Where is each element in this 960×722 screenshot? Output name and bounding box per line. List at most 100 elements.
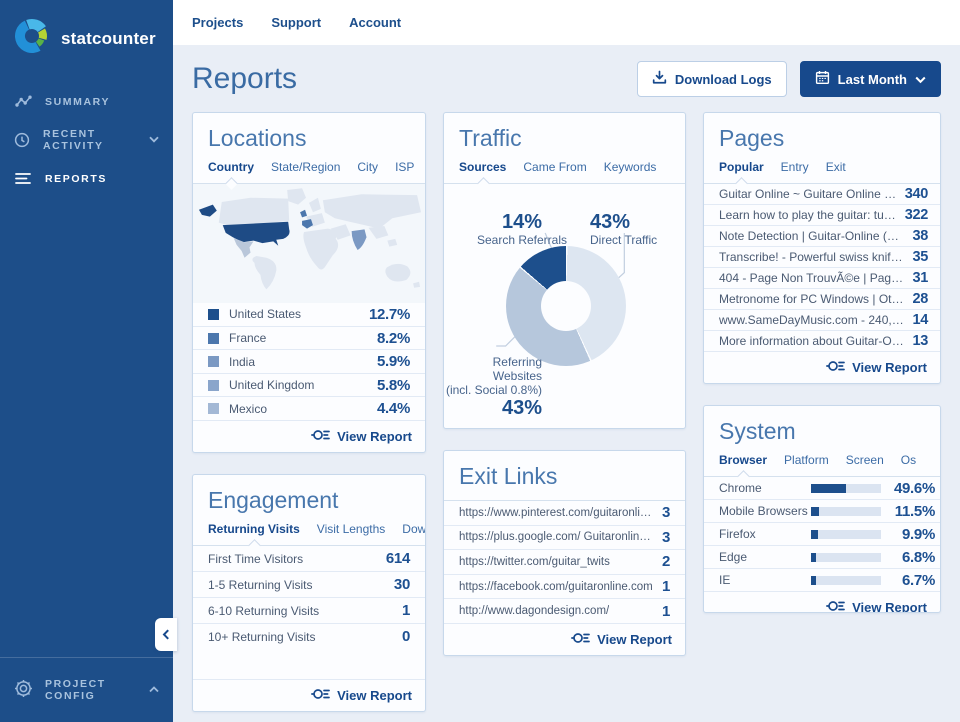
- system-tabs: Browser Platform Screen Os: [704, 453, 940, 477]
- table-row: More information about Guitar-Online...1…: [704, 331, 940, 352]
- chevron-up-icon: [149, 684, 159, 696]
- country-label: United States: [229, 307, 301, 321]
- tab-city[interactable]: City: [357, 160, 378, 174]
- period-dropdown[interactable]: Last Month: [800, 61, 941, 97]
- tab-returning-visits[interactable]: Returning Visits: [208, 522, 300, 536]
- country-label: India: [229, 355, 255, 369]
- exit-links-card: Exit Links https://www.pinterest.com/gui…: [443, 450, 686, 656]
- legend-swatch: [208, 356, 219, 367]
- country-label: France: [229, 331, 266, 345]
- summary-pulse-icon: [14, 95, 32, 108]
- sidebar-item-recent-activity[interactable]: RECENT ACTIVITY: [0, 118, 173, 162]
- spacer: [193, 649, 425, 679]
- page-title-label: 404 - Page Non TrouvÃ©e | Page Not ...: [719, 271, 904, 285]
- country-value: 4.4%: [377, 400, 410, 417]
- tab-screen[interactable]: Screen: [846, 453, 884, 467]
- table-row: 6-10 Returning Visits1: [193, 598, 425, 624]
- pct-value: 43%: [444, 397, 542, 420]
- engagement-tabs: Returning Visits Visit Lengths Downloads: [193, 522, 425, 546]
- metric-value: 1: [402, 602, 410, 619]
- bar-track: [811, 530, 881, 539]
- bar-fill: [811, 553, 816, 562]
- page-count: 38: [912, 228, 928, 244]
- view-report-link[interactable]: View Report: [193, 421, 425, 452]
- bar-track: [811, 576, 881, 585]
- tab-platform[interactable]: Platform: [784, 453, 829, 467]
- table-row: IE6.7%: [704, 569, 940, 592]
- chevron-down-icon: [149, 134, 159, 146]
- tab-isp[interactable]: ISP: [395, 160, 414, 174]
- donut-label-search: 14% Search Referrals: [458, 211, 586, 248]
- side-footer-label: PROJECT CONFIG: [45, 678, 137, 702]
- table-row: https://www.pinterest.com/guitaronline/3: [444, 501, 685, 526]
- traffic-donut-chart: 14% Search Referrals 43% Direct Traffic …: [444, 184, 685, 428]
- tab-downloads[interactable]: Downloads: [402, 522, 426, 536]
- pct-value: 14%: [458, 211, 586, 234]
- tab-keywords[interactable]: Keywords: [604, 160, 657, 174]
- browser-label: Edge: [719, 550, 811, 564]
- view-report-link[interactable]: View Report: [704, 352, 940, 383]
- tab-country[interactable]: Country: [208, 160, 254, 174]
- table-row: United States 12.7%: [193, 303, 425, 327]
- exit-link-label: http://www.dagondesign.com/: [459, 605, 609, 617]
- view-report-link[interactable]: View Report: [704, 592, 940, 613]
- table-row: Chrome49.6%: [704, 477, 940, 500]
- topnav-link-support[interactable]: Support: [271, 15, 321, 30]
- bar-track: [811, 553, 881, 562]
- topnav-link-account[interactable]: Account: [349, 15, 401, 30]
- sidebar-item-reports[interactable]: REPORTS: [0, 162, 173, 195]
- tab-visit-lengths[interactable]: Visit Lengths: [317, 522, 386, 536]
- tab-came-from[interactable]: Came From: [523, 160, 586, 174]
- tab-browser[interactable]: Browser: [719, 453, 767, 467]
- tab-entry[interactable]: Entry: [781, 160, 809, 174]
- tab-exit[interactable]: Exit: [826, 160, 846, 174]
- table-row: Learn how to play the guitar: tutorial..…: [704, 205, 940, 226]
- view-report-icon: [826, 599, 845, 613]
- country-label: United Kingdom: [229, 378, 314, 392]
- sidebar-item-label: RECENT ACTIVITY: [43, 128, 134, 152]
- table-row: https://twitter.com/guitar_twits2: [444, 550, 685, 575]
- page-title-label: Transcribe! - Powerful swiss knife for .…: [719, 250, 904, 264]
- download-icon: [652, 70, 667, 88]
- tab-sources[interactable]: Sources: [459, 160, 506, 174]
- card-title: Locations: [208, 125, 410, 152]
- bar-fill: [811, 507, 819, 516]
- legend-swatch: [208, 380, 219, 391]
- card-title: Pages: [719, 125, 925, 152]
- table-row: United Kingdom 5.8%: [193, 374, 425, 398]
- table-row: India 5.9%: [193, 350, 425, 374]
- legend-swatch: [208, 403, 219, 414]
- download-logs-button[interactable]: Download Logs: [637, 61, 787, 97]
- view-report-link[interactable]: View Report: [193, 679, 425, 711]
- tab-popular[interactable]: Popular: [719, 160, 764, 174]
- table-row: First Time Visitors614: [193, 546, 425, 572]
- bar-fill: [811, 576, 816, 585]
- exit-link-label: https://plus.google.com/ GuitaronlineC..…: [459, 531, 654, 543]
- metric-label: First Time Visitors: [208, 552, 303, 566]
- topnav-link-projects[interactable]: Projects: [192, 15, 243, 30]
- country-value: 5.8%: [377, 377, 410, 394]
- bar-fill: [811, 530, 818, 539]
- browser-value: 9.9%: [889, 526, 935, 543]
- card-title: System: [719, 418, 925, 445]
- tab-os[interactable]: Os: [901, 453, 916, 467]
- brand[interactable]: statcounter: [0, 0, 173, 85]
- period-label: Last Month: [838, 72, 907, 87]
- browser-value: 6.8%: [889, 549, 935, 566]
- metric-value: 30: [394, 576, 410, 593]
- sidebar-item-summary[interactable]: SUMMARY: [0, 85, 173, 118]
- exit-link-label: https://facebook.com/guitaronline.com: [459, 581, 653, 593]
- view-report-label: View Report: [852, 360, 927, 375]
- tab-state-region[interactable]: State/Region: [271, 160, 340, 174]
- table-row: 404 - Page Non TrouvÃ©e | Page Not ...31: [704, 268, 940, 289]
- pages-card: Pages Popular Entry Exit Guitar Online ~…: [703, 112, 941, 384]
- page-count: 35: [912, 249, 928, 265]
- view-report-icon: [826, 359, 845, 376]
- view-report-link[interactable]: View Report: [444, 624, 685, 655]
- traffic-card: Traffic Sources Came From Keywords: [443, 112, 686, 429]
- sidebar-collapse-button[interactable]: [155, 618, 177, 651]
- page-title-label: Metronome for PC Windows | Other ...: [719, 292, 904, 306]
- brand-name: statcounter: [61, 29, 156, 49]
- browser-label: Firefox: [719, 527, 811, 541]
- project-config-button[interactable]: PROJECT CONFIG: [0, 657, 173, 722]
